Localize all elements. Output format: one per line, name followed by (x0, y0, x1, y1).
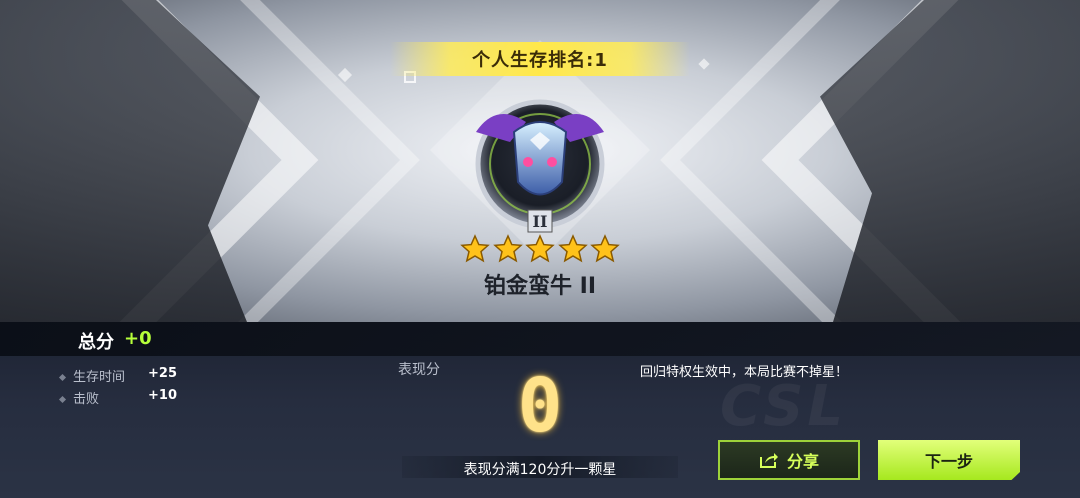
share-button-label: 分享 (786, 452, 819, 471)
stat-row-survival-time: 生存时间 (58, 366, 126, 385)
stat-value: +10 (148, 388, 177, 403)
star-icon (557, 234, 588, 263)
bullet-icon (58, 395, 67, 404)
stat-label: 击败 (73, 392, 100, 407)
result-background: 个人生存排名:1 II 铂金蛮牛 II (0, 0, 1080, 322)
total-score-label: 总分 (78, 332, 114, 353)
share-icon (759, 453, 778, 468)
star-icon (525, 234, 555, 263)
personal-rank-banner: 个人生存排名:1 (390, 42, 690, 76)
performance-score: 0 (517, 363, 563, 449)
stat-row-defeats: 击败 (58, 388, 100, 407)
star-icon (590, 234, 620, 263)
badge-numeral: II (533, 212, 548, 231)
platinum-bull-badge-icon: II (475, 99, 605, 233)
share-button[interactable]: 分享 (718, 440, 860, 480)
total-score-row: 总分 +0 (0, 322, 1080, 356)
next-step-button[interactable]: 下一步 (878, 440, 1020, 480)
star-icon (492, 234, 523, 263)
performance-label: 表现分 (398, 362, 440, 378)
bullet-icon (58, 373, 67, 382)
tier-name: 铂金蛮牛 II (483, 274, 597, 299)
stat-value: +25 (148, 366, 177, 381)
score-panel: CSL 总分 +0 生存时间 +25 击败 +10 表现分 0 表现分满120分… (0, 322, 1080, 498)
star-icon (460, 234, 490, 263)
watermark-logo: CSL (720, 374, 848, 439)
personal-rank-text: 个人生存排名:1 (472, 50, 608, 71)
star-rating (460, 234, 620, 264)
performance-tip: 表现分满120分升一颗星 (463, 462, 617, 478)
stat-label: 生存时间 (73, 370, 126, 385)
next-step-button-label: 下一步 (924, 452, 973, 471)
total-score-value: +0 (124, 328, 152, 349)
return-privilege-notice: 回归特权生效中，本局比赛不掉星！ (640, 365, 849, 380)
